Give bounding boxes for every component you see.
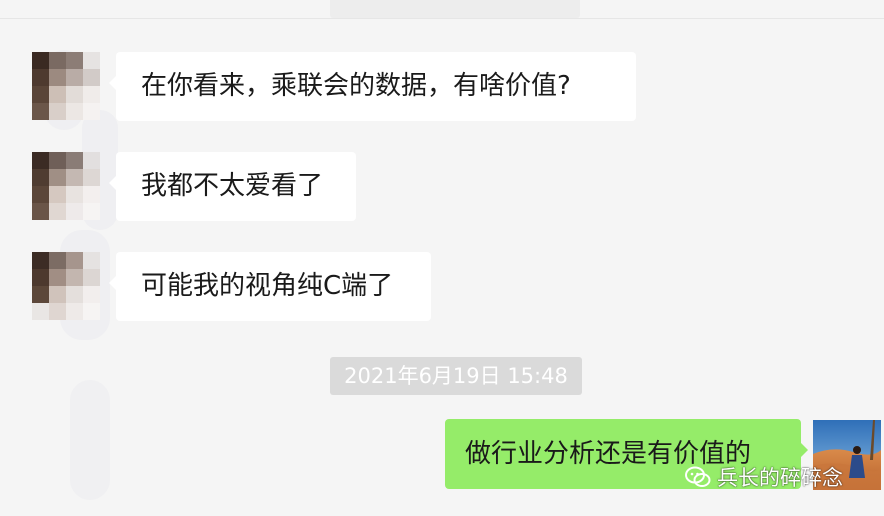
top-timestamp-fade <box>330 0 580 18</box>
chat-window: 在你看来，乘联会的数据，有啥价值? 我都不太爱看了 可能我的视角纯C端了 202… <box>0 0 884 516</box>
message-bubble[interactable]: 我都不太爱看了 <box>109 152 356 221</box>
avatar[interactable] <box>32 152 100 220</box>
timestamp: 2021年6月19日 15:48 <box>330 357 582 395</box>
message-bubble[interactable]: 在你看来，乘联会的数据，有啥价值? <box>109 52 636 121</box>
message-bubble[interactable]: 可能我的视角纯C端了 <box>109 252 431 321</box>
wechat-icon <box>685 466 711 487</box>
message-text: 可能我的视角纯C端了 <box>141 271 394 301</box>
watermark-text: 兵长的碎碎念 <box>717 466 843 490</box>
avatar-ghost-4 <box>70 380 110 500</box>
message-text: 我都不太爱看了 <box>141 171 324 201</box>
top-divider <box>0 18 884 19</box>
avatar[interactable] <box>32 52 100 120</box>
watermark: 兵长的碎碎念 <box>685 462 843 492</box>
avatar[interactable] <box>32 252 100 320</box>
message-text: 在你看来，乘联会的数据，有啥价值? <box>141 71 571 101</box>
